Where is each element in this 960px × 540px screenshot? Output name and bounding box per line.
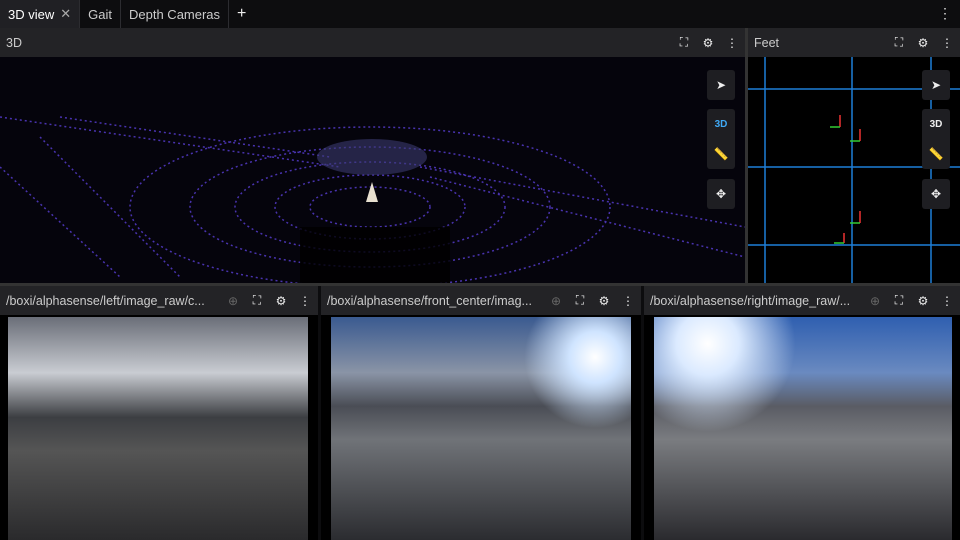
panel-header: /boxi/alphasense/left/image_raw/c... ⊕ ⛶ ⚙… — [0, 286, 318, 315]
more-vertical-icon[interactable]: ⋮ — [940, 36, 954, 50]
panel-divider[interactable] — [745, 28, 748, 283]
camera-image[interactable] — [331, 317, 631, 540]
panel-camera-front: /boxi/alphasense/front_center/imag... ⊕ ⛶… — [321, 286, 641, 540]
panel-title: 3D — [6, 35, 22, 50]
tab-bar: 3D view ✕ Gait Depth Cameras + ⋮ — [0, 0, 960, 28]
panel-title: /boxi/alphasense/right/image_raw/... — [650, 293, 851, 308]
tab-3d-view[interactable]: 3D view ✕ — [0, 0, 81, 28]
tab-label: 3D view — [8, 6, 55, 22]
move-tool[interactable]: ✥ — [922, 179, 950, 209]
move-icon[interactable]: ✥ — [922, 179, 950, 209]
view-toolbar: 3D 📏 — [922, 109, 950, 169]
panel-title: /boxi/alphasense/left/image_raw/c... — [6, 293, 205, 308]
panel-header: 3D ⛶ ⚙ ⋮ — [0, 28, 745, 57]
panel-feet: Feet ⛶ ⚙ ⋮ ➤ 3D 📏 ✥ — [748, 28, 960, 283]
add-tab-button[interactable]: + — [229, 0, 254, 28]
panel-camera-left: /boxi/alphasense/left/image_raw/c... ⊕ ⛶ ⚙… — [0, 286, 318, 540]
fullscreen-icon[interactable]: ⛶ — [892, 35, 906, 50]
camera-image[interactable] — [654, 317, 952, 540]
ruler-icon[interactable]: 📏 — [707, 139, 735, 169]
panel-3d: 3D ⛶ ⚙ ⋮ ➤ 3D 📏 ✥ — [0, 28, 745, 283]
cursor-icon[interactable]: ➤ — [922, 70, 950, 100]
crosshair-icon[interactable]: ⊕ — [226, 294, 240, 308]
tab-gait[interactable]: Gait — [80, 0, 121, 28]
fullscreen-icon[interactable]: ⛶ — [250, 293, 264, 308]
panel-title: /boxi/alphasense/front_center/imag... — [327, 293, 532, 308]
more-vertical-icon[interactable]: ⋮ — [938, 5, 952, 22]
gear-icon[interactable]: ⚙ — [701, 36, 715, 50]
fullscreen-icon[interactable]: ⛶ — [573, 293, 587, 308]
crosshair-icon[interactable]: ⊕ — [868, 294, 882, 308]
select-tool[interactable]: ➤ — [707, 70, 735, 100]
tab-depth-cameras[interactable]: Depth Cameras — [121, 0, 230, 28]
panel-header: Feet ⛶ ⚙ ⋮ — [748, 28, 960, 57]
panel-header: /boxi/alphasense/right/image_raw/... ⊕ ⛶ ⚙… — [644, 286, 960, 315]
3d-viewport[interactable]: ➤ 3D 📏 ✥ — [0, 57, 745, 283]
panel-camera-right: /boxi/alphasense/right/image_raw/... ⊕ ⛶ ⚙… — [644, 286, 960, 540]
gear-icon[interactable]: ⚙ — [274, 294, 288, 308]
camera-image[interactable] — [8, 317, 308, 540]
more-vertical-icon[interactable]: ⋮ — [621, 294, 635, 308]
gear-icon[interactable]: ⚙ — [597, 294, 611, 308]
toggle-3d-button[interactable]: 3D — [707, 109, 735, 139]
crosshair-icon[interactable]: ⊕ — [549, 294, 563, 308]
panel-title: Feet — [754, 35, 780, 50]
cursor-icon[interactable]: ➤ — [707, 70, 735, 100]
gear-icon[interactable]: ⚙ — [916, 36, 930, 50]
move-tool[interactable]: ✥ — [707, 179, 735, 209]
fullscreen-icon[interactable]: ⛶ — [892, 293, 906, 308]
panel-header: /boxi/alphasense/front_center/imag... ⊕ ⛶… — [321, 286, 641, 315]
point-cloud — [0, 57, 745, 283]
ruler-icon[interactable]: 📏 — [922, 139, 950, 169]
more-vertical-icon[interactable]: ⋮ — [940, 294, 954, 308]
close-icon[interactable]: ✕ — [60, 6, 71, 22]
gear-icon[interactable]: ⚙ — [916, 294, 930, 308]
robot-bubble — [317, 139, 427, 175]
fullscreen-icon[interactable]: ⛶ — [677, 35, 691, 50]
tab-label: Gait — [88, 6, 112, 22]
more-vertical-icon[interactable]: ⋮ — [725, 36, 739, 50]
select-tool[interactable]: ➤ — [922, 70, 950, 100]
toggle-3d-button[interactable]: 3D — [922, 109, 950, 139]
view-toolbar: 3D 📏 — [707, 109, 735, 169]
more-vertical-icon[interactable]: ⋮ — [298, 294, 312, 308]
tab-label: Depth Cameras — [129, 6, 221, 22]
feet-viewport[interactable]: ➤ 3D 📏 ✥ — [748, 57, 960, 283]
move-icon[interactable]: ✥ — [707, 179, 735, 209]
panel-divider[interactable] — [0, 283, 960, 286]
